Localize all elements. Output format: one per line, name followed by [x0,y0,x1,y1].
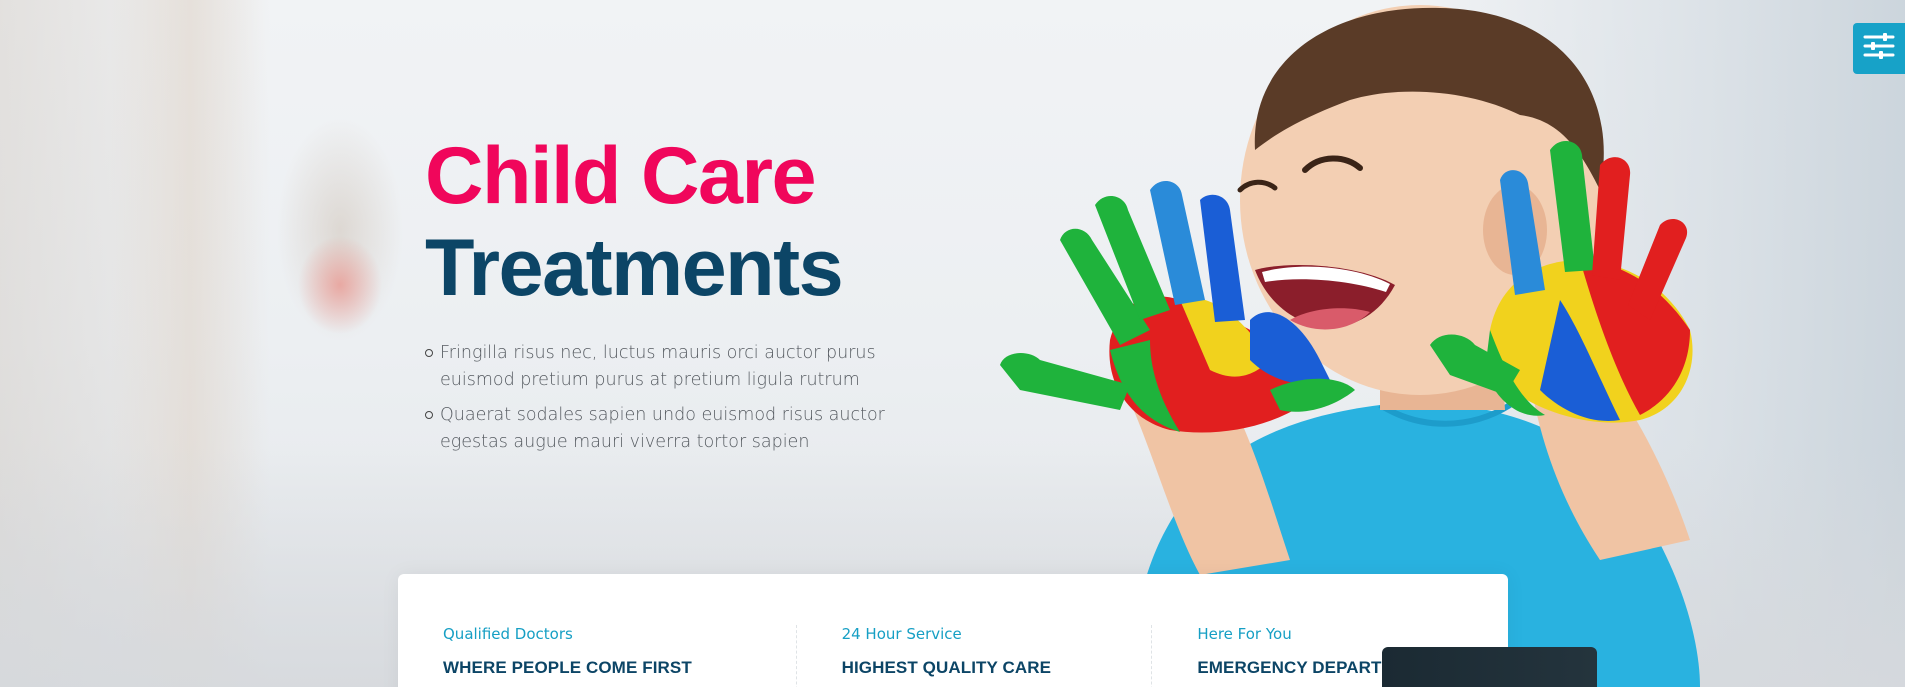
feature-heading: WHERE PEOPLE COME FIRST [443,658,692,677]
feature-subtitle: Here For You [1197,625,1292,643]
hero-bullet-list: Fringilla risus nec, luctus mauris orci … [425,340,985,456]
bullet-item: Fringilla risus nec, luctus mauris orci … [425,340,925,394]
feature-qualified-doctors: Qualified Doctors WHERE PEOPLE COME FIRS… [443,625,797,687]
circle-bullet-icon [425,411,433,419]
feature-subtitle: 24 Hour Service [841,625,962,643]
settings-toggle-button[interactable] [1853,23,1905,74]
feature-heading: HIGHEST QUALITY CARE [841,658,1052,677]
bullet-text: Fringilla risus nec, luctus mauris orci … [440,343,876,390]
sliders-icon [1862,30,1896,67]
hero-title: Child Care Treatments [425,130,985,314]
hero-title-line-2: Treatments [425,223,844,313]
feature-24-hour-service: 24 Hour Service HIGHEST QUALITY CARE [797,625,1153,687]
bullet-text: Quaerat sodales sapien undo euismod risu… [440,405,885,452]
features-card: Qualified Doctors WHERE PEOPLE COME FIRS… [398,574,1508,687]
hero-title-line-1: Child Care [425,131,817,221]
circle-bullet-icon [425,349,433,357]
floating-dark-panel[interactable] [1382,647,1597,687]
bullet-item: Quaerat sodales sapien undo euismod risu… [425,402,925,456]
feature-subtitle: Qualified Doctors [443,625,573,643]
hero-text: Child Care Treatments Fringilla risus ne… [425,130,985,464]
